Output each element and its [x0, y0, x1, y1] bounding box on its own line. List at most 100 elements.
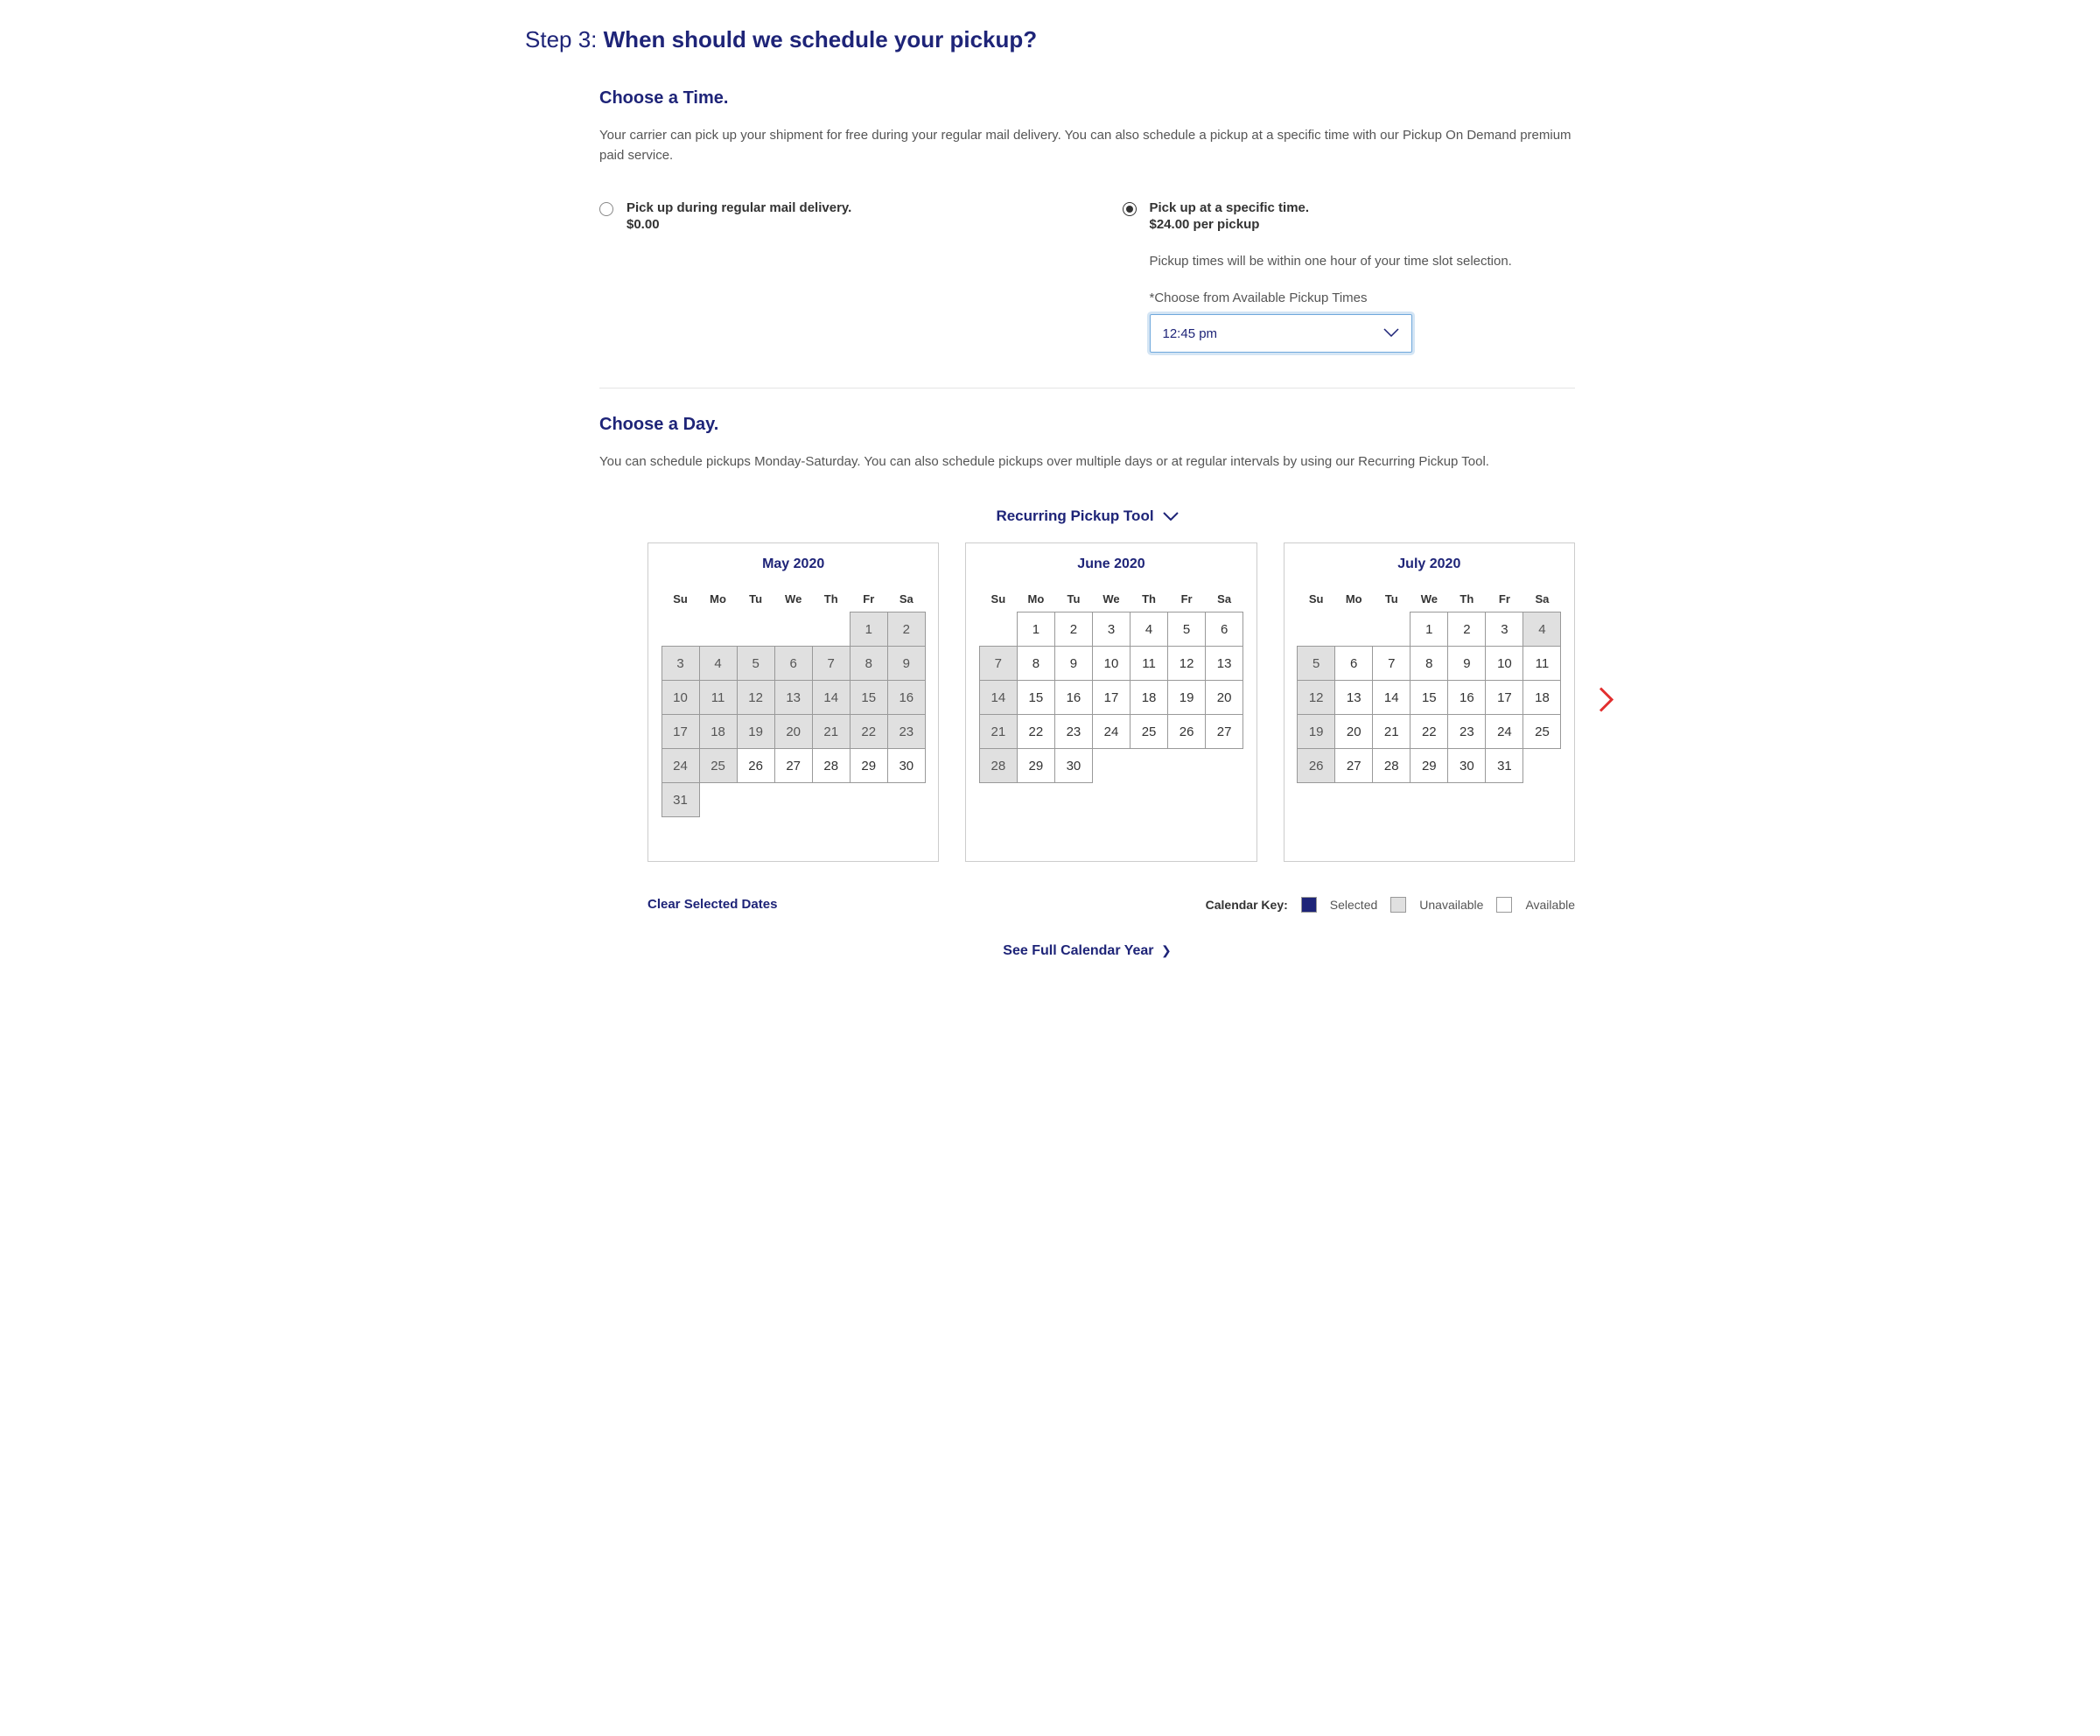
calendar-day: 9: [887, 646, 926, 681]
calendar-day[interactable]: 18: [1522, 680, 1561, 715]
calendar-month: June 2020SuMoTuWeThFrSa12345678910111213…: [965, 542, 1256, 862]
calendar-month-title: May 2020: [662, 556, 925, 572]
calendar-day[interactable]: 16: [1054, 680, 1093, 715]
calendar-empty-cell: [1297, 612, 1335, 647]
calendar-day-header: Mo: [1017, 585, 1054, 612]
calendar-day: 19: [1297, 714, 1335, 749]
calendar-day[interactable]: 28: [812, 748, 850, 783]
calendar-day[interactable]: 29: [1410, 748, 1448, 783]
calendar-day[interactable]: 26: [737, 748, 775, 783]
next-months-button[interactable]: [1599, 687, 1614, 718]
calendar-day[interactable]: 1: [1017, 612, 1055, 647]
calendar-day[interactable]: 18: [1130, 680, 1168, 715]
calendar-day[interactable]: 13: [1205, 646, 1243, 681]
calendar-day: 7: [812, 646, 850, 681]
option-regular-delivery[interactable]: Pick up during regular mail delivery. $0…: [599, 200, 1053, 353]
calendar-day[interactable]: 17: [1485, 680, 1523, 715]
calendar-day[interactable]: 25: [1522, 714, 1561, 749]
calendar-day[interactable]: 17: [1092, 680, 1130, 715]
calendar-day[interactable]: 9: [1447, 646, 1486, 681]
calendar-day[interactable]: 27: [1334, 748, 1373, 783]
calendar-day[interactable]: 19: [1167, 680, 1206, 715]
calendar-empty-cell: [1372, 612, 1410, 647]
calendar-day[interactable]: 25: [1130, 714, 1168, 749]
calendar-day[interactable]: 7: [1372, 646, 1410, 681]
calendar-day[interactable]: 28: [1372, 748, 1410, 783]
calendar-day[interactable]: 3: [1485, 612, 1523, 647]
calendar-day[interactable]: 6: [1205, 612, 1243, 647]
step-number: Step 3:: [525, 26, 597, 52]
calendar-day[interactable]: 2: [1054, 612, 1093, 647]
calendar-day[interactable]: 20: [1334, 714, 1373, 749]
calendar-day[interactable]: 1: [1410, 612, 1448, 647]
radio-unchecked-icon[interactable]: [599, 202, 613, 216]
clear-selected-dates-link[interactable]: Clear Selected Dates: [648, 897, 777, 912]
calendar-day[interactable]: 27: [774, 748, 813, 783]
choose-day-title: Choose a Day.: [599, 415, 1575, 435]
choose-time-desc: Your carrier can pick up your shipment f…: [599, 126, 1575, 165]
calendar-day[interactable]: 10: [1092, 646, 1130, 681]
calendar-day: 26: [1297, 748, 1335, 783]
option-specific-time[interactable]: Pick up at a specific time. $24.00 per p…: [1123, 200, 1576, 353]
calendar-day: 2: [887, 612, 926, 647]
calendar-day[interactable]: 8: [1410, 646, 1448, 681]
calendar-day[interactable]: 11: [1522, 646, 1561, 681]
calendar-day[interactable]: 22: [1017, 714, 1055, 749]
calendar-day[interactable]: 10: [1485, 646, 1523, 681]
calendar-day[interactable]: 30: [887, 748, 926, 783]
calendar-day[interactable]: 30: [1054, 748, 1093, 783]
calendar-month: July 2020SuMoTuWeThFrSa12345678910111213…: [1284, 542, 1575, 862]
calendar-day[interactable]: 11: [1130, 646, 1168, 681]
calendar-day[interactable]: 3: [1092, 612, 1130, 647]
calendar-day[interactable]: 6: [1334, 646, 1373, 681]
recurring-pickup-tool-label: Recurring Pickup Tool: [996, 508, 1153, 525]
calendar-day[interactable]: 15: [1017, 680, 1055, 715]
calendar-day: 31: [662, 782, 700, 817]
calendar-day[interactable]: 27: [1205, 714, 1243, 749]
chevron-down-icon: [1163, 508, 1179, 525]
calendar-day[interactable]: 14: [1372, 680, 1410, 715]
legend-available-text: Available: [1525, 898, 1575, 912]
radio-checked-icon[interactable]: [1123, 202, 1137, 216]
calendar-day: 11: [699, 680, 738, 715]
calendar-day-header: Fr: [1486, 585, 1523, 612]
recurring-pickup-tool-link[interactable]: Recurring Pickup Tool: [599, 508, 1575, 525]
calendar-day: 7: [979, 646, 1018, 681]
calendar-month-title: July 2020: [1298, 556, 1561, 572]
calendar-day[interactable]: 30: [1447, 748, 1486, 783]
calendar-day[interactable]: 20: [1205, 680, 1243, 715]
calendar-day: 12: [1297, 680, 1335, 715]
full-year-label: See Full Calendar Year: [1003, 943, 1153, 958]
calendar-day-header: Su: [1298, 585, 1335, 612]
choose-day-desc: You can schedule pickups Monday-Saturday…: [599, 452, 1575, 472]
calendar-day[interactable]: 21: [1372, 714, 1410, 749]
calendar-day-header: Tu: [737, 585, 774, 612]
see-full-calendar-year-link[interactable]: See Full Calendar Year ❯: [599, 943, 1575, 959]
calendar-day[interactable]: 16: [1447, 680, 1486, 715]
pickup-time-dropdown[interactable]: 12:45 pm: [1150, 314, 1412, 353]
calendar-day[interactable]: 8: [1017, 646, 1055, 681]
calendar-day-header: Th: [1448, 585, 1486, 612]
calendar-day[interactable]: 24: [1485, 714, 1523, 749]
calendar-day-header: Tu: [1373, 585, 1410, 612]
calendar-day: 22: [850, 714, 888, 749]
calendar-day[interactable]: 23: [1447, 714, 1486, 749]
calendar-day[interactable]: 4: [1130, 612, 1168, 647]
calendar-day[interactable]: 5: [1167, 612, 1206, 647]
calendar-day[interactable]: 29: [1017, 748, 1055, 783]
calendar-day[interactable]: 26: [1167, 714, 1206, 749]
calendar-day: 20: [774, 714, 813, 749]
calendar-day[interactable]: 31: [1485, 748, 1523, 783]
calendar-day-header: Fr: [850, 585, 887, 612]
option-regular-label: Pick up during regular mail delivery.: [626, 200, 851, 215]
calendar-day[interactable]: 13: [1334, 680, 1373, 715]
calendar-day[interactable]: 12: [1167, 646, 1206, 681]
calendar-day[interactable]: 9: [1054, 646, 1093, 681]
calendar-day[interactable]: 23: [1054, 714, 1093, 749]
calendar-day[interactable]: 2: [1447, 612, 1486, 647]
calendar-day[interactable]: 15: [1410, 680, 1448, 715]
calendar-day[interactable]: 24: [1092, 714, 1130, 749]
calendar-day[interactable]: 22: [1410, 714, 1448, 749]
calendar-day-header: We: [1092, 585, 1130, 612]
calendar-day[interactable]: 29: [850, 748, 888, 783]
